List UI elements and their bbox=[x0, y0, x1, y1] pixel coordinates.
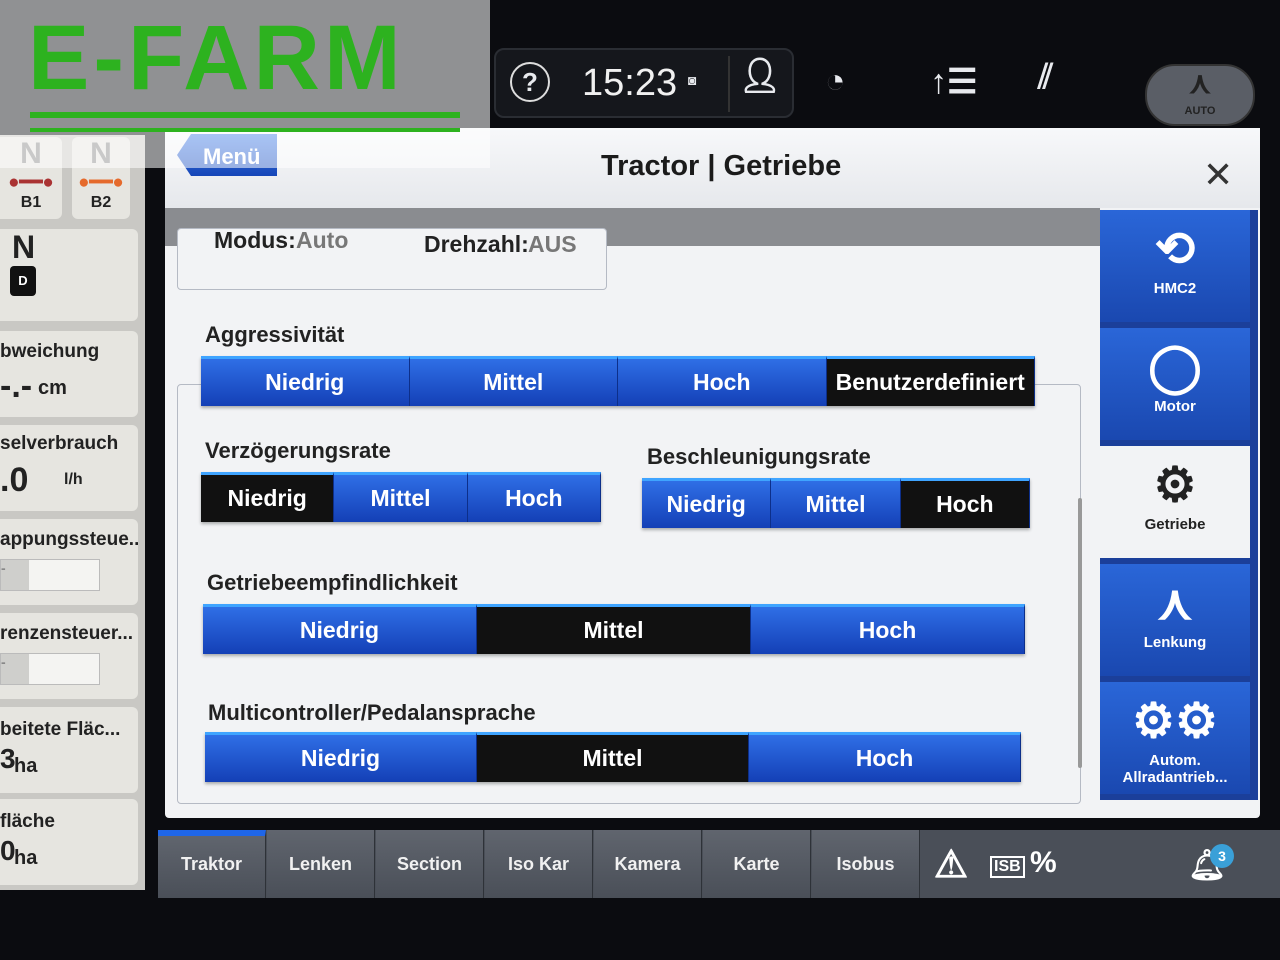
tab-karte[interactable]: Karte bbox=[703, 830, 811, 898]
option-benutzerdefiniert[interactable]: Benutzerdefiniert bbox=[826, 356, 1035, 406]
camera-icon: ◙ bbox=[688, 72, 697, 88]
drive-card[interactable]: ND bbox=[0, 229, 138, 321]
nav-label: Autom. Allradantrieb... bbox=[1122, 752, 1228, 786]
acceleration-label: Beschleunigungsrate bbox=[647, 444, 871, 469]
overlap-control-card[interactable]: appungssteue... - bbox=[0, 519, 138, 605]
status-bar: - bbox=[0, 653, 100, 685]
nav-autom-allradantrieb[interactable]: ⚙⚙ Autom. Allradantrieb... bbox=[1100, 682, 1250, 794]
option-hoch[interactable]: Hoch bbox=[618, 356, 827, 406]
nav-lenkung[interactable]: ⋏ Lenkung bbox=[1100, 564, 1250, 676]
option-mittel[interactable]: Mittel bbox=[334, 472, 468, 522]
4wd-icon: ⚙⚙ bbox=[1131, 695, 1219, 748]
sensitivity-selector: Niedrig Mittel Hoch bbox=[203, 604, 1025, 654]
area-card[interactable]: fläche 0 ha bbox=[0, 799, 138, 885]
option-hoch[interactable]: Hoch bbox=[900, 478, 1030, 528]
boundary-control-card[interactable]: renzensteuer... - bbox=[0, 613, 138, 699]
deviation-card[interactable]: bweichung -.- cm bbox=[0, 331, 138, 417]
tab-traktor[interactable]: Traktor bbox=[158, 830, 266, 898]
clock: 15:23 bbox=[582, 62, 678, 104]
aggressiveness-label: Aggressivität bbox=[205, 322, 345, 347]
option-mittel[interactable]: Mittel bbox=[409, 356, 618, 406]
option-niedrig[interactable]: Niedrig bbox=[205, 732, 477, 782]
steering-icon: ⋏ bbox=[1189, 67, 1211, 100]
status-box: Modus: Auto Drehzahl: AUS bbox=[177, 228, 607, 290]
top-bar: ? 15:23 ◙ 👤︎ ◔ ↑☰ ⫽ ⋏ AUTO bbox=[490, 40, 1280, 126]
help-icon[interactable]: ? bbox=[510, 62, 550, 102]
nav-motor[interactable]: ◯ Motor bbox=[1100, 328, 1250, 440]
sensor-off-icon[interactable]: % bbox=[1030, 846, 1057, 880]
drive-mode-icon: D bbox=[10, 266, 36, 296]
right-nav: ⟲ HMC2 ◯ Motor ⚙ Getriebe ⋏ Lenkung ⚙⚙ Autom. All… bbox=[1100, 210, 1258, 800]
isobus-icon[interactable]: ISB bbox=[990, 856, 1025, 878]
close-icon[interactable]: ✕ bbox=[1203, 154, 1233, 196]
cylinder-icon: ●━━● bbox=[8, 172, 54, 193]
field-icon[interactable]: ⫽ bbox=[1038, 58, 1053, 97]
deceleration-selector: Niedrig Mittel Hoch bbox=[201, 472, 601, 522]
gear-icon: ⚙ bbox=[1153, 459, 1197, 512]
option-mittel[interactable]: Mittel bbox=[477, 732, 749, 782]
transmission-dialog: Menü Tractor | Getriebe ✕ Modus:Auto Dre… bbox=[165, 128, 1260, 818]
option-mittel[interactable]: Mittel bbox=[771, 478, 901, 528]
engine-icon: ◯ bbox=[1148, 341, 1202, 394]
hitch-icon[interactable]: ↑☰ bbox=[930, 62, 977, 102]
nav-hmc2[interactable]: ⟲ HMC2 bbox=[1100, 210, 1250, 322]
tab-iso-kar[interactable]: Iso Kar bbox=[485, 830, 593, 898]
option-hoch[interactable]: Hoch bbox=[467, 472, 601, 522]
tab-lenken[interactable]: Lenken bbox=[267, 830, 375, 898]
option-hoch[interactable]: Hoch bbox=[749, 732, 1021, 782]
sensitivity-label: Getriebeempfindlichkeit bbox=[207, 570, 458, 595]
status-bar: - bbox=[0, 559, 100, 591]
option-niedrig[interactable]: Niedrig bbox=[201, 472, 335, 522]
worked-area-card[interactable]: beitete Fläc... 3 ha bbox=[0, 707, 138, 793]
tab-isobus[interactable]: Isobus bbox=[812, 830, 920, 898]
left-panel: N●━━●B1 N●━━●B2 ND bweichung-.-cm selver… bbox=[0, 135, 145, 890]
nav-label: Lenkung bbox=[1143, 634, 1207, 651]
option-mittel[interactable]: Mittel bbox=[477, 604, 751, 654]
nav-getriebe[interactable]: ⚙ Getriebe bbox=[1100, 446, 1250, 558]
page-title: Tractor | Getriebe bbox=[601, 150, 842, 182]
cylinder-icon: ●━━● bbox=[78, 172, 124, 193]
nav-label: HMC2 bbox=[1153, 280, 1197, 297]
clock-panel: ? 15:23 ◙ 👤︎ bbox=[494, 48, 794, 118]
bottom-tabs: ⚠ ISB % 🔔︎ 3 Traktor Lenken Section Iso Kar… bbox=[158, 830, 1280, 898]
nav-label: Motor bbox=[1154, 398, 1196, 415]
warning-road-icon[interactable]: ⚠ bbox=[934, 842, 968, 887]
speedometer-icon[interactable]: ◔ bbox=[825, 62, 846, 101]
user-icon[interactable]: 👤︎ bbox=[728, 56, 790, 112]
auto-steer-button[interactable]: ⋏ AUTO bbox=[1145, 64, 1255, 126]
nav-label: Getriebe bbox=[1144, 516, 1206, 533]
option-hoch[interactable]: Hoch bbox=[751, 604, 1025, 654]
deceleration-label: Verzögerungsrate bbox=[205, 438, 391, 463]
status-area: ⚠ ISB % 🔔︎ 3 bbox=[920, 830, 1280, 898]
pedal-response-selector: Niedrig Mittel Hoch bbox=[205, 732, 1021, 782]
pedal-response-label: Multicontroller/Pedalansprache bbox=[208, 700, 536, 725]
hmc2-icon: ⟲ bbox=[1154, 223, 1196, 276]
scrollbar[interactable] bbox=[1078, 498, 1082, 768]
watermark-logo: E-FARM bbox=[0, 0, 490, 168]
tab-kamera[interactable]: Kamera bbox=[594, 830, 702, 898]
tab-section[interactable]: Section bbox=[376, 830, 484, 898]
fuel-card[interactable]: selverbrauch .0 l/h bbox=[0, 425, 138, 511]
option-niedrig[interactable]: Niedrig bbox=[642, 478, 772, 528]
steering-icon: ⋏ bbox=[1157, 577, 1193, 630]
option-niedrig[interactable]: Niedrig bbox=[203, 604, 477, 654]
notification-badge: 3 bbox=[1210, 844, 1234, 868]
aggressiveness-selector: Niedrig Mittel Hoch Benutzerdefiniert bbox=[201, 356, 1035, 406]
acceleration-selector: Niedrig Mittel Hoch bbox=[642, 478, 1030, 528]
option-niedrig[interactable]: Niedrig bbox=[201, 356, 410, 406]
